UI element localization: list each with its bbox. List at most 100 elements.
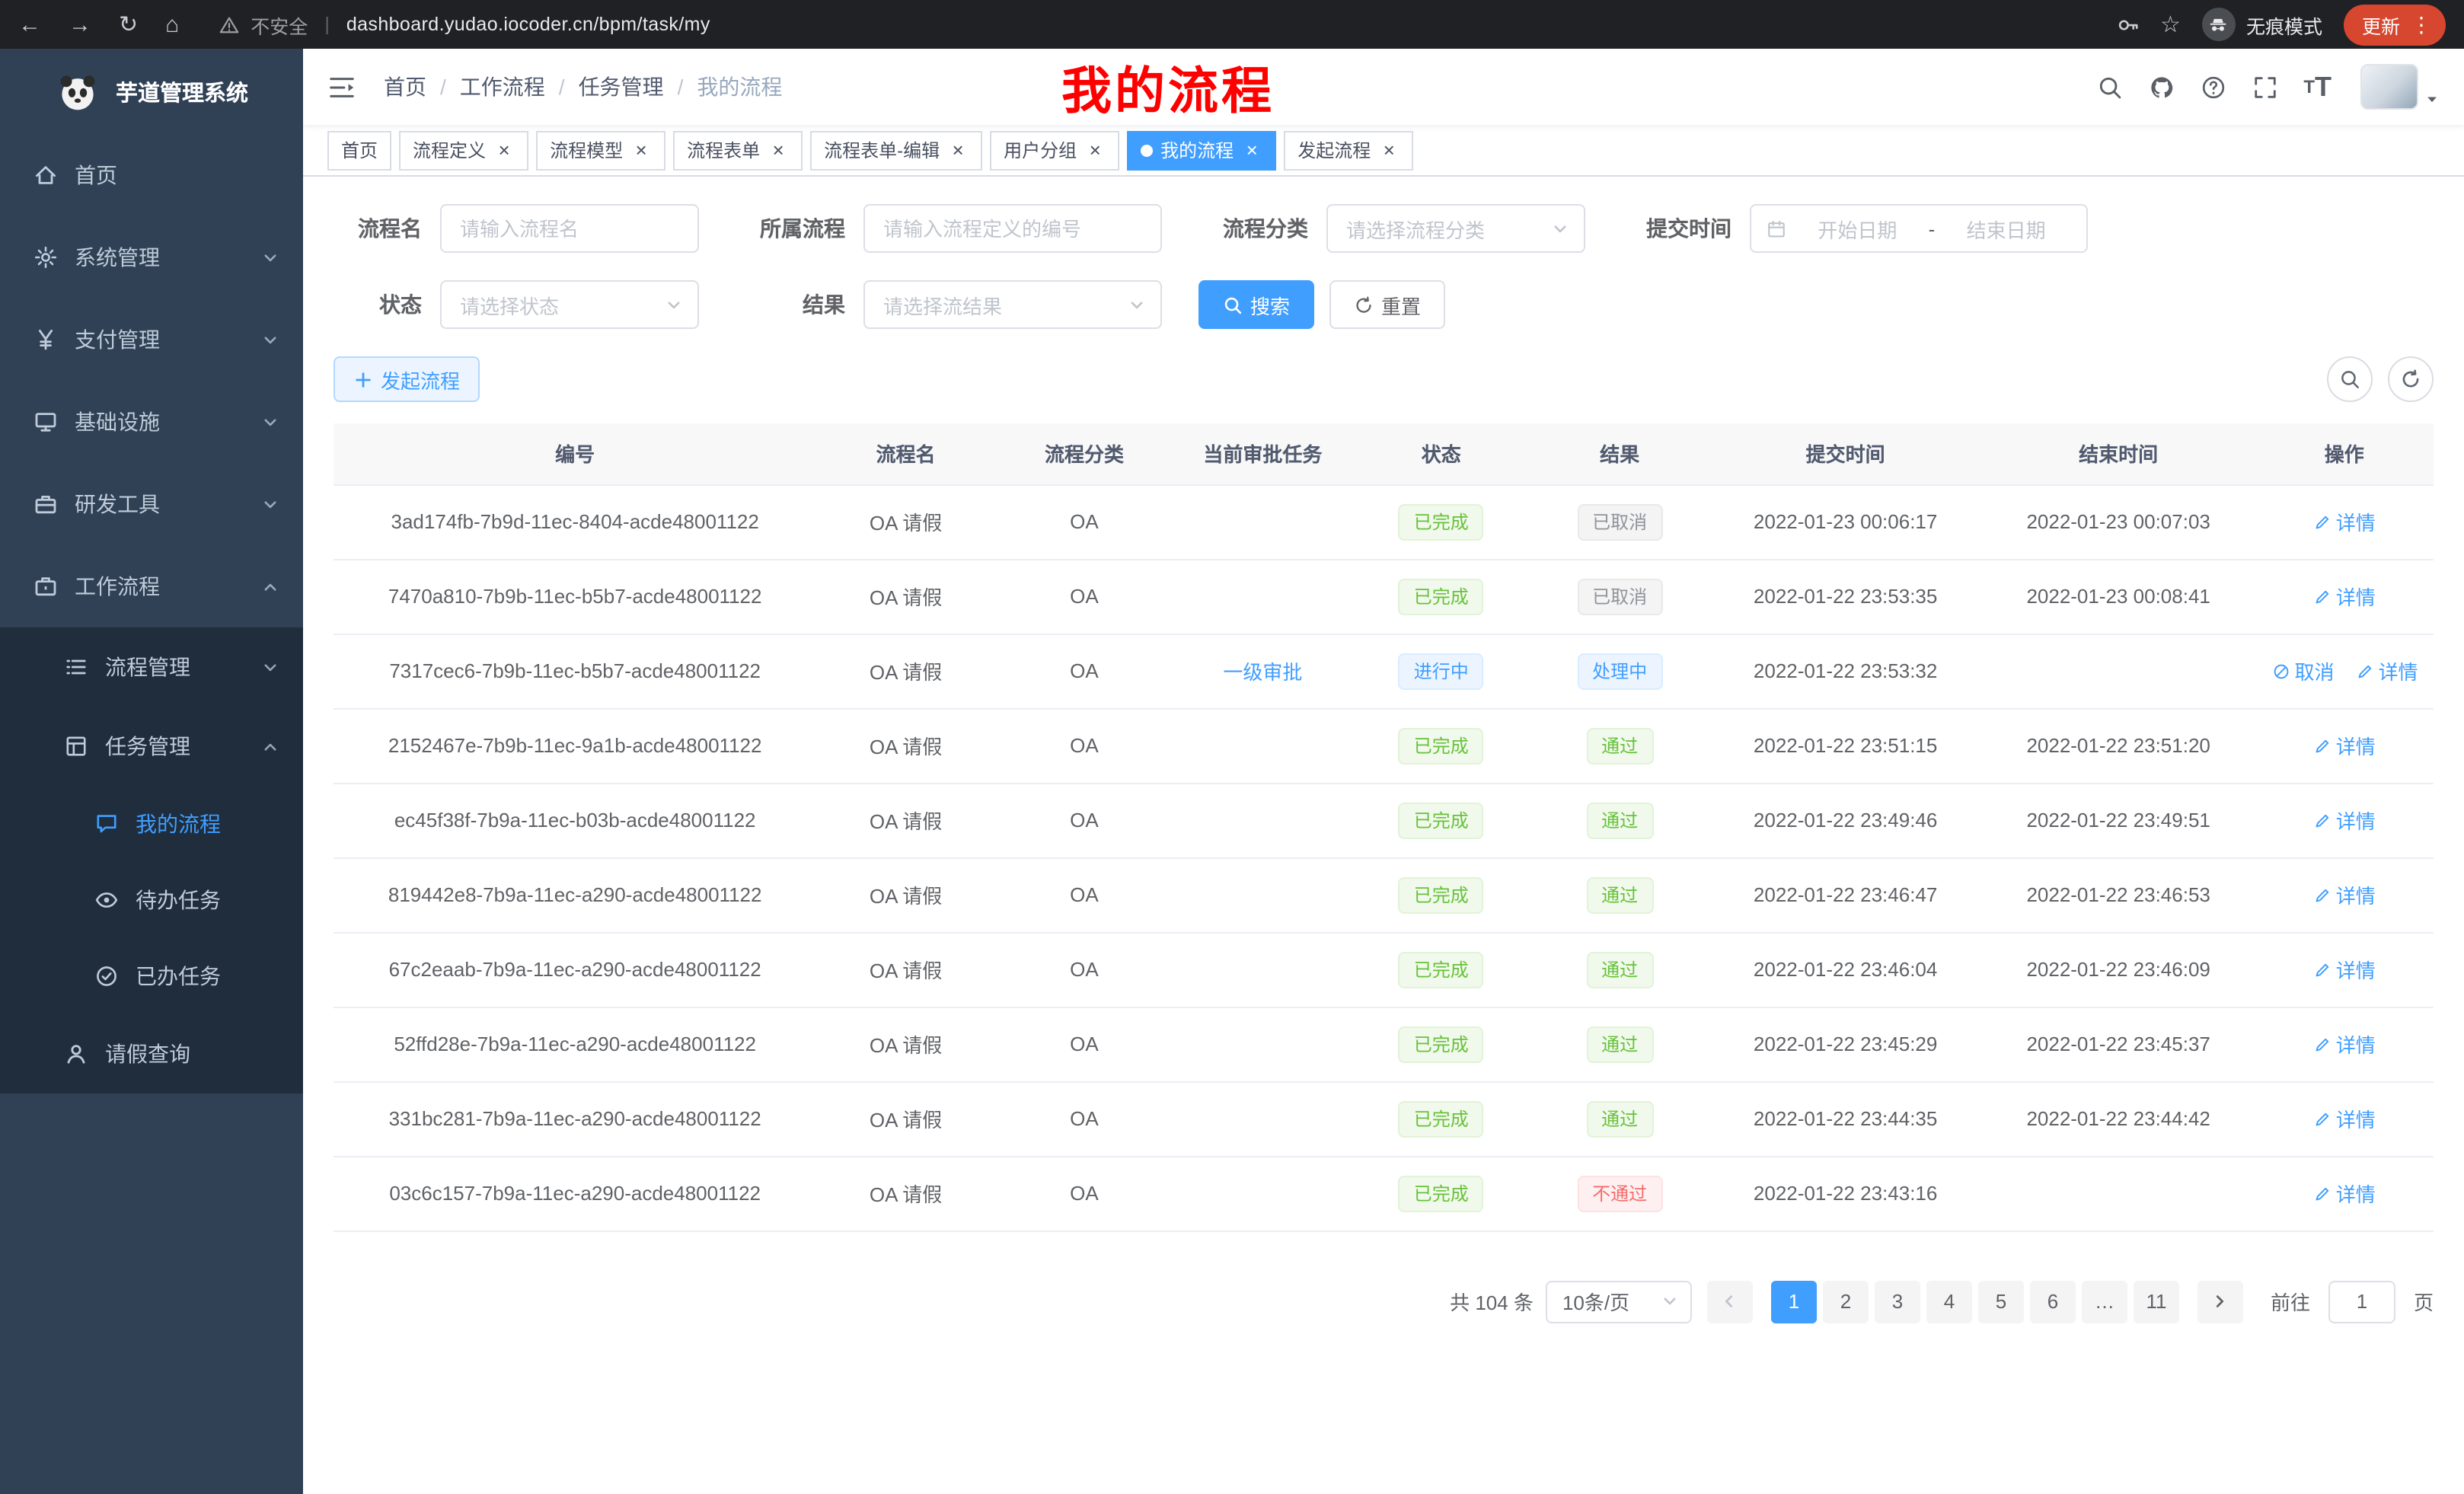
- cell-result: 通过: [1530, 857, 1709, 932]
- sidebar-item-infrastructure[interactable]: 基础设施: [0, 381, 303, 463]
- cell-process-name: OA 请假: [816, 708, 994, 783]
- hamburger-icon[interactable]: [327, 72, 356, 101]
- browser-reload-button[interactable]: ↻: [119, 13, 138, 36]
- page-button[interactable]: 1: [1771, 1280, 1817, 1323]
- detail-link[interactable]: 详情: [2313, 731, 2376, 760]
- browser-home-button[interactable]: ⌂: [165, 13, 179, 36]
- tab-item[interactable]: 流程模型×: [536, 130, 665, 170]
- page-button[interactable]: 3: [1875, 1280, 1920, 1323]
- reset-button[interactable]: 重置: [1329, 280, 1445, 329]
- detail-link[interactable]: 详情: [2313, 806, 2376, 835]
- help-icon[interactable]: [2200, 74, 2226, 100]
- detail-link[interactable]: 详情: [2313, 880, 2376, 909]
- fullscreen-icon[interactable]: [2252, 74, 2277, 100]
- key-icon[interactable]: [2116, 13, 2139, 36]
- security-label[interactable]: 不安全: [251, 10, 308, 39]
- tab-item[interactable]: 首页: [327, 130, 391, 170]
- tab-item[interactable]: 流程表单×: [673, 130, 803, 170]
- user-avatar[interactable]: [2360, 64, 2440, 110]
- cell-status: 已完成: [1352, 708, 1530, 783]
- active-tab-dot: [1141, 144, 1153, 156]
- cell-current-task: [1173, 1007, 1352, 1081]
- browser-forward-button[interactable]: →: [69, 13, 91, 36]
- tab-item[interactable]: 我的流程×: [1127, 130, 1276, 170]
- search-icon[interactable]: [2096, 74, 2122, 100]
- prev-page-button[interactable]: [1707, 1280, 1753, 1323]
- incognito-badge[interactable]: 无痕模式: [2202, 8, 2322, 41]
- pagination-ellipsis[interactable]: …: [2082, 1280, 2127, 1323]
- status-select[interactable]: 请选择状态: [440, 280, 699, 329]
- process-def-input[interactable]: [863, 204, 1162, 253]
- create-process-button[interactable]: 发起流程: [334, 356, 480, 402]
- address-bar[interactable]: 不安全 | dashboard.yudao.iocoder.cn/bpm/tas…: [219, 10, 710, 39]
- close-icon[interactable]: ×: [493, 139, 515, 161]
- tab-item[interactable]: 用户分组×: [990, 130, 1119, 170]
- submit-time-range-picker[interactable]: 开始日期 - 结束日期: [1750, 204, 2088, 253]
- close-icon[interactable]: ×: [630, 139, 652, 161]
- github-icon[interactable]: [2148, 74, 2174, 100]
- close-icon[interactable]: ×: [1084, 139, 1106, 161]
- current-task-link[interactable]: 一级审批: [1223, 661, 1302, 684]
- cancel-link[interactable]: 取消: [2271, 656, 2334, 685]
- status-select-placeholder: 请选择状态: [460, 290, 665, 319]
- url-text[interactable]: dashboard.yudao.iocoder.cn/bpm/task/my: [346, 14, 710, 35]
- font-size-icon[interactable]: TT: [2303, 73, 2332, 101]
- sidebar-item-system-management[interactable]: 系统管理: [0, 216, 303, 298]
- sidebar-item-done-tasks[interactable]: 已办任务: [0, 938, 303, 1014]
- page-button[interactable]: 4: [1926, 1280, 1972, 1323]
- refresh-table-button[interactable]: [2388, 356, 2434, 402]
- tab-item[interactable]: 发起流程×: [1284, 130, 1413, 170]
- cell-status: 已完成: [1352, 1156, 1530, 1231]
- app-logo-row[interactable]: 芋道管理系统: [0, 49, 303, 134]
- search-button[interactable]: 搜索: [1198, 280, 1314, 329]
- tab-item[interactable]: 流程表单-编辑×: [810, 130, 982, 170]
- breadcrumb-item[interactable]: 首页: [384, 72, 426, 102]
- page-size-select[interactable]: 10条/页: [1546, 1280, 1692, 1323]
- action-label: 详情: [2336, 955, 2376, 984]
- close-icon[interactable]: ×: [947, 139, 969, 161]
- page-button[interactable]: 6: [2030, 1280, 2076, 1323]
- sidebar-item-my-process[interactable]: 我的流程: [0, 786, 303, 862]
- page-button[interactable]: 2: [1823, 1280, 1869, 1323]
- breadcrumb-item[interactable]: 任务管理: [579, 72, 664, 102]
- eye-icon: [94, 887, 120, 913]
- close-icon[interactable]: ×: [1378, 139, 1400, 161]
- kebab-menu-icon[interactable]: ⋮: [2411, 11, 2432, 37]
- detail-link[interactable]: 详情: [2313, 582, 2376, 611]
- sidebar-item-todo-tasks[interactable]: 待办任务: [0, 862, 303, 938]
- cell-result: 已取消: [1530, 559, 1709, 634]
- process-name-input[interactable]: [440, 204, 699, 253]
- sidebar-item-process-management[interactable]: 流程管理: [0, 627, 303, 707]
- bookmark-star-icon[interactable]: ☆: [2160, 11, 2181, 38]
- page-button[interactable]: 5: [1978, 1280, 2024, 1323]
- breadcrumb-item[interactable]: 工作流程: [460, 72, 545, 102]
- detail-link[interactable]: 详情: [2313, 955, 2376, 984]
- browser-back-button[interactable]: ←: [18, 13, 41, 36]
- show-search-button[interactable]: [2327, 356, 2373, 402]
- sidebar-item-leave-query[interactable]: 请假查询: [0, 1014, 303, 1093]
- close-icon[interactable]: ×: [1241, 139, 1262, 161]
- detail-link[interactable]: 详情: [2313, 1179, 2376, 1208]
- sidebar-item-devtools[interactable]: 研发工具: [0, 463, 303, 545]
- detail-link[interactable]: 详情: [2313, 1030, 2376, 1058]
- category-select[interactable]: 请选择流程分类: [1326, 204, 1585, 253]
- result-select[interactable]: 请选择流结果: [863, 280, 1162, 329]
- sidebar-item-payment-management[interactable]: 支付管理: [0, 298, 303, 381]
- sidebar-item-home[interactable]: 首页: [0, 134, 303, 216]
- sidebar-item-task-management[interactable]: 任务管理: [0, 707, 303, 786]
- cell-actions: 详情: [2255, 559, 2434, 634]
- close-icon[interactable]: ×: [768, 139, 789, 161]
- table-body: 3ad174fb-7b9d-11ec-8404-acde48001122OA 请…: [334, 484, 2434, 1231]
- cell-status: 已完成: [1352, 559, 1530, 634]
- goto-page-input[interactable]: [2328, 1280, 2395, 1323]
- cell-current-task: [1173, 783, 1352, 857]
- chevron-down-icon: [262, 249, 279, 266]
- sidebar-item-workflow[interactable]: 工作流程: [0, 545, 303, 627]
- tab-item[interactable]: 流程定义×: [399, 130, 528, 170]
- detail-link[interactable]: 详情: [2313, 1104, 2376, 1133]
- detail-link[interactable]: 详情: [2313, 507, 2376, 536]
- page-button[interactable]: 11: [2134, 1280, 2179, 1323]
- next-page-button[interactable]: [2197, 1280, 2243, 1323]
- update-button[interactable]: 更新 ⋮: [2344, 4, 2446, 45]
- detail-link[interactable]: 详情: [2355, 656, 2418, 685]
